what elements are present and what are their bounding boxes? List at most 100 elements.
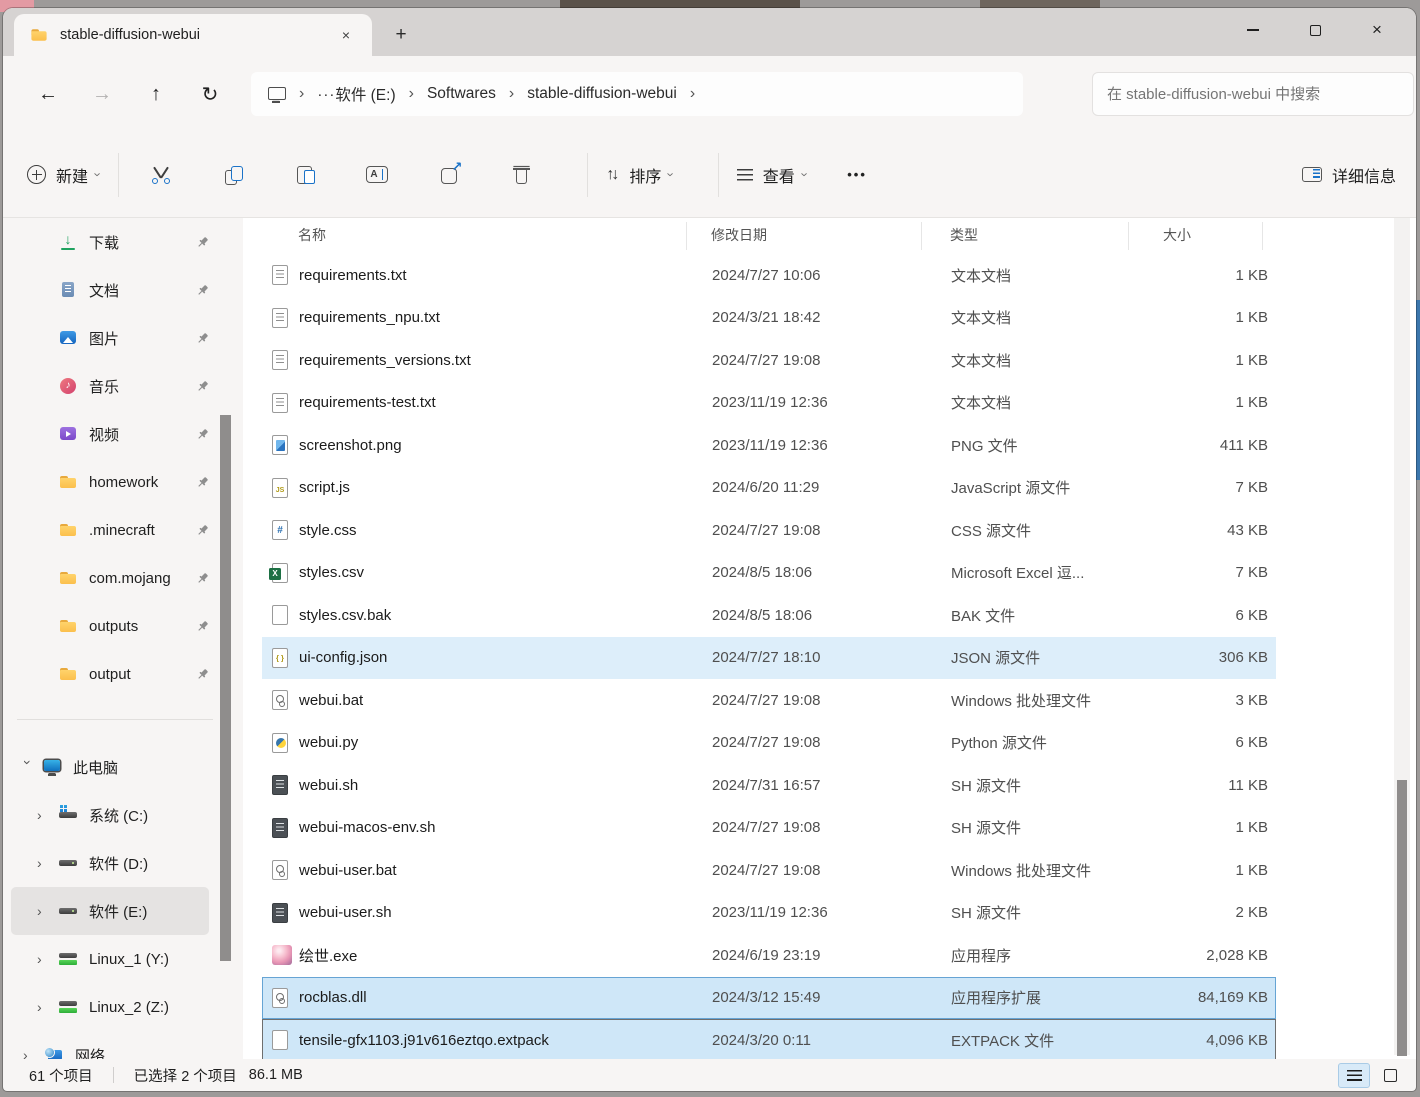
sidebar-item-outputs[interactable]: outputs xyxy=(11,602,209,650)
forward-button[interactable]: → xyxy=(83,75,121,113)
rename-button[interactable] xyxy=(353,151,401,199)
explorer-tab[interactable]: stable-diffusion-webui × xyxy=(14,14,372,56)
sidebar-item-文档[interactable]: 文档 xyxy=(11,266,209,314)
sidebar-item-drive[interactable]: ›Linux_2 (Z:) xyxy=(11,983,209,1031)
breadcrumb-segment[interactable]: stable-diffusion-webui xyxy=(527,85,677,103)
sidebar-item-this-pc[interactable]: ›此电脑 xyxy=(11,743,209,791)
file-row[interactable]: webui-user.bat2024/7/27 19:08Windows 批处理… xyxy=(262,849,1276,892)
sidebar-item-下载[interactable]: 下载 xyxy=(11,218,209,266)
file-row[interactable]: rocblas.dll2024/3/12 15:49应用程序扩展84,169 K… xyxy=(262,977,1276,1020)
chevron-right-icon[interactable]: › xyxy=(37,999,59,1015)
sidebar-item-com.mojang[interactable]: com.mojang xyxy=(11,554,209,602)
chevron-right-icon[interactable]: › xyxy=(37,903,59,919)
tab-close-icon[interactable]: × xyxy=(336,25,356,45)
file-name: 绘世.exe xyxy=(299,945,706,966)
details-pane-button[interactable]: 详细信息 xyxy=(1302,163,1396,187)
sidebar-item-drive[interactable]: ›软件 (D:) xyxy=(11,839,209,887)
sidebar-item-network[interactable]: ›网络 xyxy=(11,1031,209,1059)
file-row[interactable]: ui-config.json2024/7/27 18:10JSON 源文件306… xyxy=(262,637,1276,680)
file-row[interactable]: webui.bat2024/7/27 19:08Windows 批处理文件3 K… xyxy=(262,679,1276,722)
file-row[interactable]: style.css2024/7/27 19:08CSS 源文件43 KB xyxy=(262,509,1276,552)
minimize-button[interactable] xyxy=(1222,8,1284,52)
breadcrumb-segment[interactable]: Softwares xyxy=(427,85,496,103)
cut-button[interactable] xyxy=(137,151,185,199)
file-row[interactable]: requirements_npu.txt2024/3/21 18:42文本文档1… xyxy=(262,297,1276,340)
sidebar-item-homework[interactable]: homework xyxy=(11,458,209,506)
this-pc-breadcrumb-icon[interactable] xyxy=(267,86,286,103)
sidebar-item-drive[interactable]: › Linux_1 (Y:) xyxy=(11,935,209,983)
file-row[interactable]: webui.py2024/7/27 19:08Python 源文件6 KB xyxy=(262,722,1276,765)
sidebar-divider xyxy=(17,719,213,720)
file-type: SH 源文件 xyxy=(941,817,1148,838)
paste-button[interactable] xyxy=(281,151,329,199)
column-divider[interactable] xyxy=(921,222,922,250)
maximize-icon xyxy=(1310,25,1321,36)
sidebar-item-drive[interactable]: ›系统 (C:) xyxy=(11,791,209,839)
file-row[interactable]: styles.csv.bak2024/8/5 18:06BAK 文件6 KB xyxy=(262,594,1276,637)
file-list-scrollbar-thumb[interactable] xyxy=(1397,780,1407,1056)
pin-icon xyxy=(196,380,209,393)
details-view-toggle[interactable] xyxy=(1338,1063,1370,1088)
column-divider[interactable] xyxy=(1262,222,1263,250)
chevron-down-icon[interactable]: › xyxy=(20,760,36,774)
file-row[interactable]: screenshot.png2023/11/19 12:36PNG 文件411 … xyxy=(262,424,1276,467)
chevron-down-icon: › xyxy=(91,172,106,176)
breadcrumb-overflow-button[interactable]: ··· xyxy=(317,86,335,103)
new-button[interactable]: 新建 › xyxy=(27,163,100,187)
toolbar-divider xyxy=(118,153,119,197)
breadcrumb[interactable]: › ··· 软件 (E:)›Softwares›stable-diffusion… xyxy=(251,72,1023,116)
pin-icon xyxy=(196,332,209,345)
sidebar-item-音乐[interactable]: 音乐 xyxy=(11,362,209,410)
column-header-size[interactable]: 大小 xyxy=(1147,225,1276,245)
back-button[interactable]: ← xyxy=(29,75,67,113)
breadcrumb-segment[interactable]: 软件 (E:) xyxy=(335,83,395,105)
column-header-date[interactable]: 修改日期 xyxy=(705,225,940,245)
dll-file-icon xyxy=(272,988,288,1008)
new-tab-button[interactable]: + xyxy=(384,18,418,52)
column-divider[interactable] xyxy=(686,222,687,250)
close-button[interactable]: × xyxy=(1346,8,1408,52)
share-button[interactable] xyxy=(425,151,473,199)
file-row[interactable]: tensile-gfx1103.j91v616eztqo.extpack2024… xyxy=(262,1019,1276,1059)
css-file-icon xyxy=(272,520,288,540)
more-options-button[interactable]: ••• xyxy=(833,151,881,199)
file-row[interactable]: styles.csv2024/8/5 18:06Microsoft Excel … xyxy=(262,552,1276,595)
sort-button[interactable]: ↑↓ 排序 › xyxy=(606,163,673,187)
sidebar-item-视频[interactable]: 视频 xyxy=(11,410,209,458)
large-icons-view-toggle[interactable] xyxy=(1376,1063,1404,1088)
chevron-right-icon[interactable]: › xyxy=(37,855,59,871)
file-row[interactable]: requirements.txt2024/7/27 10:06文本文档1 KB xyxy=(262,254,1276,297)
chevron-right-icon[interactable]: › xyxy=(23,1047,45,1059)
file-row[interactable]: requirements_versions.txt2024/7/27 19:08… xyxy=(262,339,1276,382)
sidebar-item-label: .minecraft xyxy=(89,522,155,539)
sidebar-item-图片[interactable]: 图片 xyxy=(11,314,209,362)
file-date: 2023/11/19 12:36 xyxy=(706,394,941,411)
copy-button[interactable] xyxy=(209,151,257,199)
sidebar-item-.minecraft[interactable]: .minecraft xyxy=(11,506,209,554)
file-row[interactable]: webui-macos-env.sh2024/7/27 19:08SH 源文件1… xyxy=(262,807,1276,850)
file-row[interactable]: script.js2024/6/20 11:29JavaScript 源文件7 … xyxy=(262,467,1276,510)
sidebar-item-output[interactable]: output xyxy=(11,650,209,698)
file-size: 411 KB xyxy=(1148,437,1277,454)
chevron-right-icon[interactable]: › xyxy=(37,807,59,823)
search-input[interactable] xyxy=(1093,86,1413,103)
delete-button[interactable] xyxy=(497,151,545,199)
refresh-button[interactable]: ↻ xyxy=(191,75,229,113)
maximize-button[interactable] xyxy=(1284,8,1346,52)
sidebar-scrollbar[interactable] xyxy=(220,415,231,961)
file-row[interactable]: 绘世.exe2024/6/19 23:19应用程序2,028 KB xyxy=(262,934,1276,977)
drive-linux-icon xyxy=(59,950,77,968)
view-button[interactable]: 查看 › xyxy=(737,163,807,187)
column-header-type[interactable]: 类型 xyxy=(940,225,1147,245)
file-row[interactable]: requirements-test.txt2023/11/19 12:36文本文… xyxy=(262,382,1276,425)
file-row[interactable]: webui.sh2024/7/31 16:57SH 源文件11 KB xyxy=(262,764,1276,807)
column-divider[interactable] xyxy=(1128,222,1129,250)
file-row[interactable]: webui-user.sh2023/11/19 12:36SH 源文件2 KB xyxy=(262,892,1276,935)
videos-icon xyxy=(59,425,77,443)
chevron-right-icon[interactable]: › xyxy=(37,951,59,967)
sidebar-item-drive[interactable]: ›软件 (E:) xyxy=(11,887,209,935)
sidebar-item-label: Linux_1 (Y:) xyxy=(89,951,169,968)
up-button[interactable]: ↑ xyxy=(137,75,175,113)
column-header-name[interactable]: 名称 xyxy=(298,225,705,245)
search-box[interactable] xyxy=(1092,72,1414,116)
